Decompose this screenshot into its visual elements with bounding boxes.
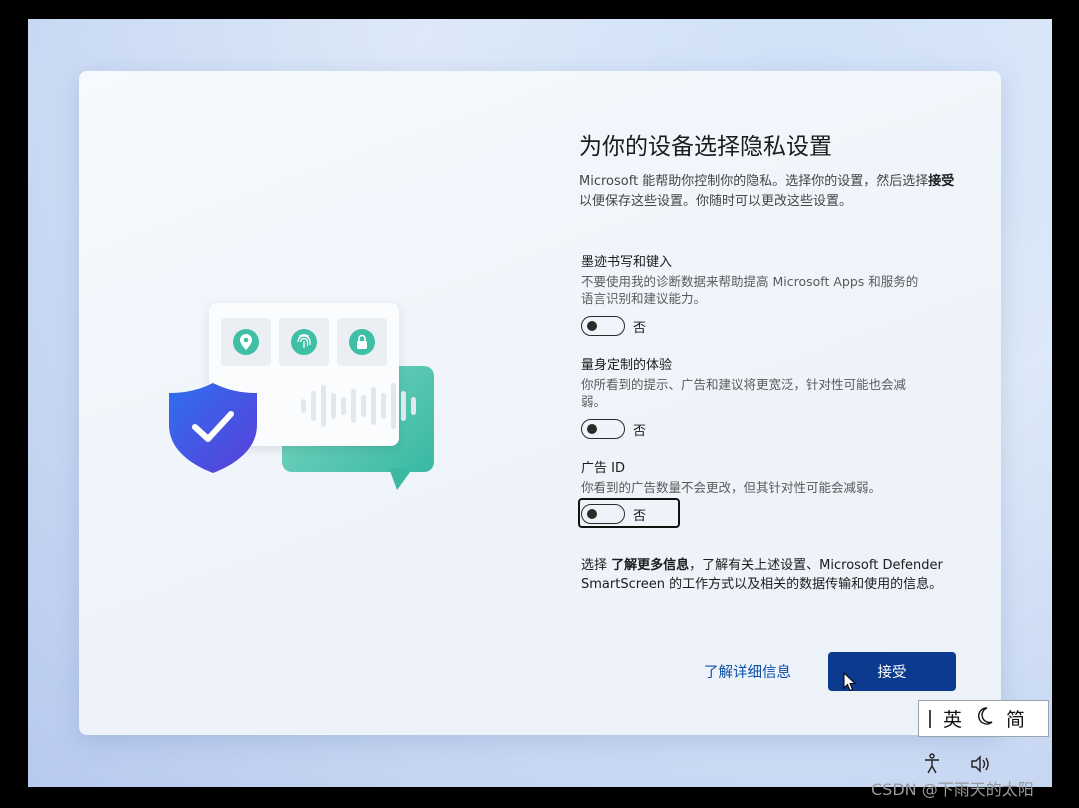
watermark: CSDN @下雨天的太阳: [871, 780, 1034, 799]
ime-language-toggle[interactable]: 英: [943, 705, 962, 732]
location-pin-icon: [233, 329, 259, 355]
setting-tailored-toggle[interactable]: 否: [581, 419, 646, 439]
toggle-switch[interactable]: [581, 419, 625, 439]
toggle-knob: [587, 424, 597, 434]
oobe-screen: 为你的设备选择隐私设置 Microsoft 能帮助你控制你的隐私。选择你的设置，…: [28, 19, 1052, 787]
lock-tile: [337, 318, 387, 366]
toggle-label: 否: [633, 320, 647, 336]
page-title: 为你的设备选择隐私设置: [579, 134, 832, 160]
setting-ad-id-description: 你看到的广告数量不会更改，但其针对性可能会减弱。: [581, 480, 882, 495]
page-description: Microsoft 能帮助你控制你的隐私。选择你的设置，然后选择接受以便保存这些…: [579, 172, 959, 212]
description-text-end: 以便保存这些设置。你随时可以更改这些设置。: [579, 194, 853, 209]
privacy-card: 为你的设备选择隐私设置 Microsoft 能帮助你控制你的隐私。选择你的设置，…: [79, 71, 1001, 735]
chat-bubble-tail: [385, 468, 413, 490]
toggle-switch[interactable]: [581, 316, 625, 336]
lock-icon: [349, 329, 375, 355]
setting-inking-toggle[interactable]: 否: [581, 316, 646, 336]
info-bold: 了解更多信息: [611, 558, 690, 573]
description-text: Microsoft 能帮助你控制你的隐私。选择你的设置，然后选择: [579, 174, 929, 189]
moon-icon[interactable]: [976, 706, 994, 731]
toggle-label: 否: [633, 423, 647, 439]
volume-icon[interactable]: [971, 755, 989, 773]
learn-more-button[interactable]: 了解详细信息: [704, 661, 791, 682]
setting-ad-id-toggle[interactable]: 否: [581, 504, 646, 524]
voice-wave-graphic: [301, 383, 416, 429]
setting-ad-id-title: 广告 ID: [581, 461, 625, 476]
info-prefix: 选择: [581, 558, 612, 573]
ime-mode-toggle[interactable]: 简: [1006, 705, 1025, 732]
toggle-switch[interactable]: [581, 504, 625, 524]
system-tray-icons: [925, 753, 989, 774]
mouse-cursor-icon: [843, 672, 857, 692]
setting-tailored-title: 量身定制的体验: [581, 358, 673, 373]
toggle-knob: [587, 509, 597, 519]
setting-inking-title: 墨迹书写和键入: [581, 255, 673, 270]
location-tile: [221, 318, 271, 366]
privacy-illustration: [167, 303, 437, 498]
info-text: 选择 了解更多信息，了解有关上述设置、Microsoft Defender Sm…: [581, 556, 951, 594]
ime-toolbar[interactable]: 英 简: [918, 700, 1049, 737]
setting-inking-description: 不要使用我的诊断数据来帮助提高 Microsoft Apps 和服务的语言识别和…: [581, 274, 919, 306]
description-bold: 接受: [928, 174, 955, 189]
toggle-knob: [587, 321, 597, 331]
accessibility-icon[interactable]: [925, 753, 939, 774]
fingerprint-tile: [279, 318, 329, 366]
ime-grip-handle[interactable]: [929, 709, 931, 728]
toggle-label: 否: [633, 508, 647, 524]
fingerprint-icon: [291, 329, 317, 355]
shield-check-icon: [169, 383, 257, 473]
setting-tailored-description: 你所看到的提示、广告和建议将更宽泛，针对性可能也会减弱。: [581, 377, 907, 409]
